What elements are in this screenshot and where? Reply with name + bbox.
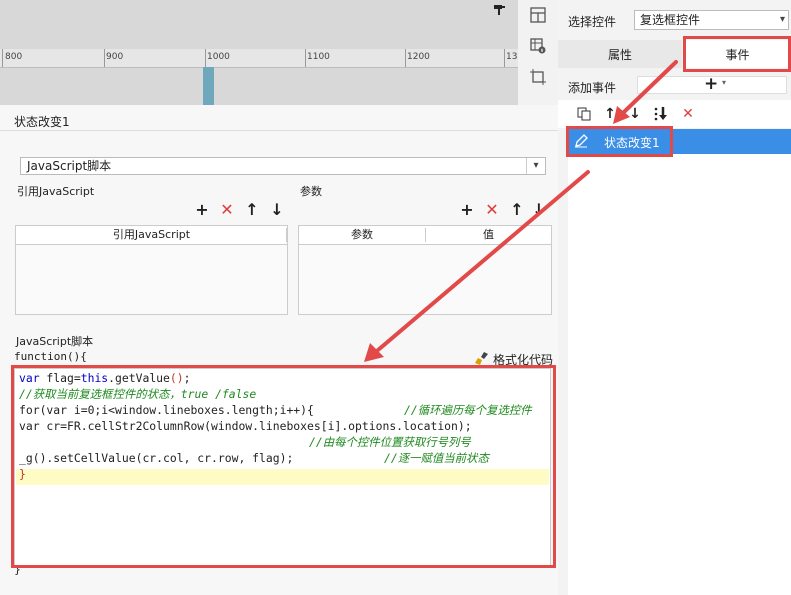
annotation-arrows bbox=[364, 60, 678, 362]
